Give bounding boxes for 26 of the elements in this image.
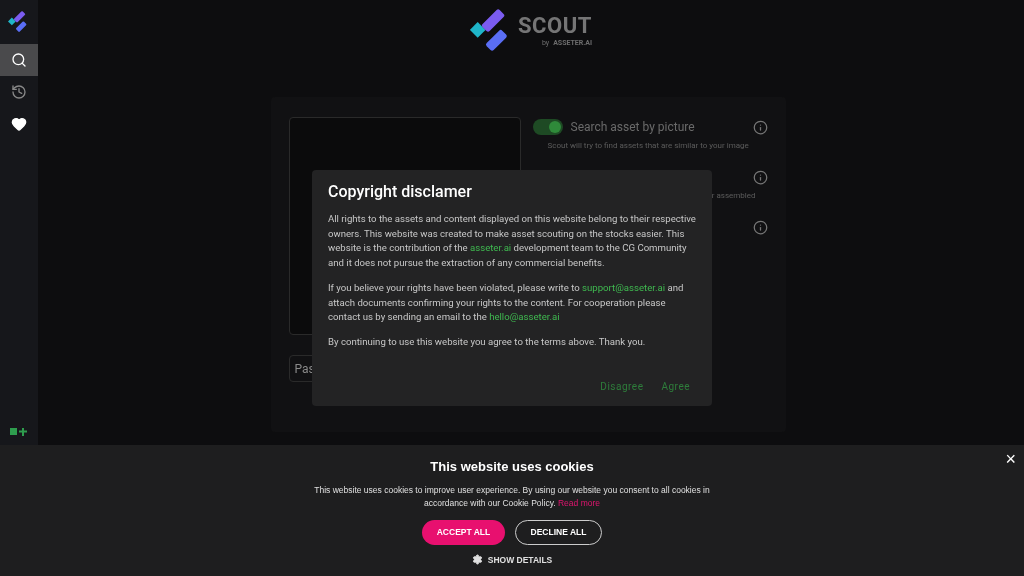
accept-all-button[interactable]: ACCEPT ALL — [422, 519, 505, 545]
info-icon[interactable] — [752, 119, 768, 135]
gear-icon — [471, 554, 483, 566]
toggle-switch[interactable] — [532, 119, 563, 135]
logo-title: SCOUT — [518, 13, 592, 38]
search-icon — [11, 52, 27, 68]
dialog-paragraph: If you believe your rights have been violated, please write to support@asseter.ai and attach documents confirming your rights to the content. For cooperation please contact us by sending an email to the hello@asseter.ai — [328, 280, 685, 325]
option-label: Search asset by picture — [570, 119, 695, 136]
dialog-title: Copyright disclamer — [328, 182, 473, 202]
add-icon[interactable] — [10, 428, 28, 436]
info-icon[interactable] — [752, 219, 768, 235]
history-icon — [11, 84, 27, 100]
sidebar-item[interactable] — [0, 44, 38, 76]
dialog-paragraph: All rights to the assets and content displayed on this website belong to their respective owners. This website was created to make asset scouting on the stocks easier. This website is the contribution of the asseter.ai development team to the CG Community and it does not pursue the extraction of any commercial benefits. — [328, 212, 696, 271]
cookie-text: This website uses cookies to improve user experience. By using our website you consent to all cookies in accordance with our Cookie Policy. Read more — [313, 483, 711, 510]
read-more-link[interactable]: Read more — [558, 497, 601, 508]
email-link[interactable]: support@asseter.ai — [582, 281, 666, 293]
email-link[interactable]: hello@asseter.ai — [489, 311, 560, 323]
show-details-button[interactable]: SHOW DETAILS — [471, 553, 553, 567]
info-icon[interactable] — [752, 169, 768, 185]
option-description: Scout will try to find assets that are similar to your image — [547, 140, 750, 152]
email-link[interactable]: asseter.ai — [470, 242, 512, 254]
cookie-title: This website uses cookies — [430, 458, 594, 476]
close-button[interactable]: × — [1005, 450, 1016, 468]
heart-icon — [11, 116, 27, 132]
dialog-paragraph: By continuing to use this website you agree to the terms above. Thank you. — [328, 334, 647, 349]
